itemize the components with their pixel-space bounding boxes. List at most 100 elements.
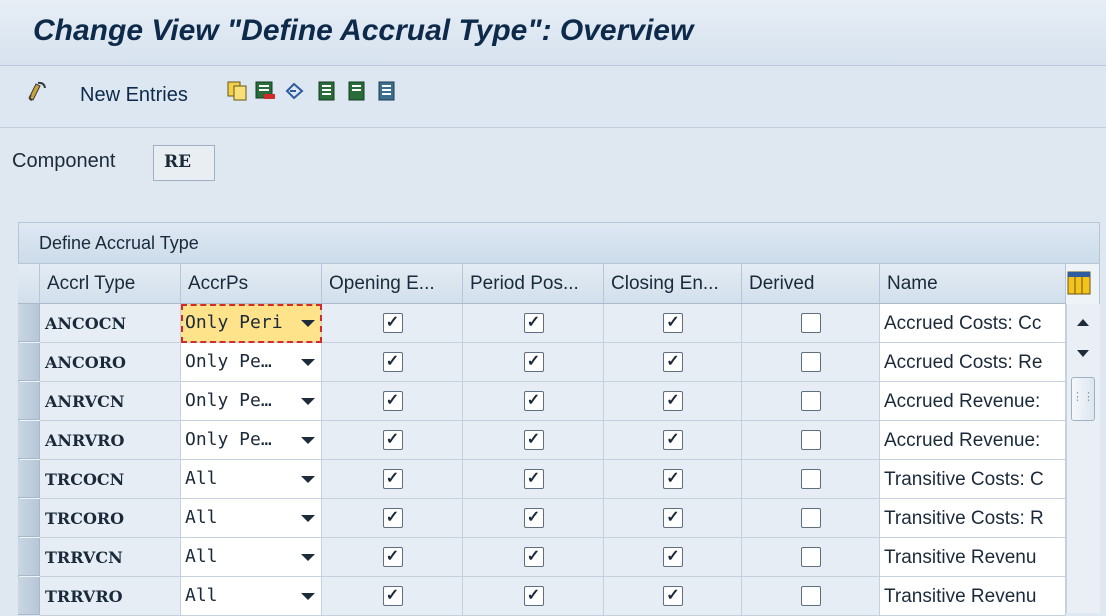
opening-entry-cell[interactable]: ✓ [322,421,463,460]
opening-entry-cell[interactable]: ✓ [322,499,463,538]
opening-entry-cell[interactable]: ✓ [322,460,463,499]
opening-entry-cell[interactable]: ✓ [322,382,463,421]
derived-cell[interactable] [742,538,880,577]
undo-change-icon[interactable] [284,80,306,102]
dropdown-arrow-icon[interactable] [301,554,315,561]
name-cell[interactable]: Transitive Costs: C [880,460,1066,499]
row-selector-button[interactable] [18,304,40,342]
dropdown-arrow-icon[interactable] [301,593,315,600]
dropdown-arrow-icon[interactable] [301,398,315,405]
period-posting-cell[interactable]: ✓ [463,460,604,499]
period-posting-checkbox[interactable]: ✓ [523,430,544,450]
table-settings-icon[interactable] [1066,270,1092,296]
period-posting-cell[interactable]: ✓ [463,577,604,616]
closing-entry-cell[interactable]: ✓ [604,460,742,499]
period-posting-checkbox[interactable]: ✓ [523,547,544,567]
dropdown-arrow-icon[interactable] [301,515,315,522]
period-posting-cell[interactable]: ✓ [463,421,604,460]
column-header-period-posting[interactable]: Period Pos... [463,264,604,304]
column-header-closing-entry[interactable]: Closing En... [604,264,742,304]
component-field[interactable]: RE [153,145,215,181]
row-selector-button[interactable] [18,499,40,537]
derived-checkbox[interactable] [801,547,821,567]
closing-entry-cell[interactable]: ✓ [604,538,742,577]
row-selector-button[interactable] [18,421,40,459]
period-posting-cell[interactable]: ✓ [463,343,604,382]
derived-checkbox[interactable] [801,469,821,489]
derived-checkbox[interactable] [801,313,821,333]
column-header-opening-entry[interactable]: Opening E... [322,264,463,304]
name-cell[interactable]: Transitive Revenu [880,577,1066,616]
closing-entry-checkbox[interactable]: ✓ [663,352,683,372]
closing-entry-checkbox[interactable]: ✓ [663,313,683,333]
select-all-rows-button[interactable] [18,264,40,304]
select-block-icon[interactable] [346,80,368,102]
change-display-icon[interactable] [26,80,48,102]
closing-entry-checkbox[interactable]: ✓ [663,547,683,567]
opening-entry-checkbox[interactable]: ✓ [382,586,403,606]
name-cell[interactable]: Transitive Revenu [880,538,1066,577]
accrps-dropdown[interactable]: All [181,460,322,499]
derived-checkbox[interactable] [801,352,821,372]
delete-icon[interactable] [254,80,276,102]
name-cell[interactable]: Transitive Costs: R [880,499,1066,538]
closing-entry-checkbox[interactable]: ✓ [663,430,683,450]
derived-checkbox[interactable] [801,430,821,450]
opening-entry-checkbox[interactable]: ✓ [382,352,403,372]
row-selector-button[interactable] [18,538,40,576]
dropdown-arrow-icon[interactable] [301,359,315,366]
name-cell[interactable]: Accrued Costs: Re [880,343,1066,382]
row-selector-button[interactable] [18,460,40,498]
accrps-dropdown[interactable]: Only Pe… [181,343,322,382]
accrps-dropdown[interactable]: All [181,538,322,577]
scroll-down-icon[interactable] [1073,345,1093,361]
opening-entry-cell[interactable]: ✓ [322,538,463,577]
name-cell[interactable]: Accrued Revenue: [880,382,1066,421]
period-posting-cell[interactable]: ✓ [463,304,604,343]
period-posting-cell[interactable]: ✓ [463,382,604,421]
closing-entry-cell[interactable]: ✓ [604,421,742,460]
copy-icon[interactable] [226,80,248,102]
period-posting-checkbox[interactable]: ✓ [523,586,544,606]
derived-cell[interactable] [742,421,880,460]
row-selector-button[interactable] [18,577,40,615]
derived-checkbox[interactable] [801,508,821,528]
dropdown-arrow-icon[interactable] [301,320,315,327]
period-posting-checkbox[interactable]: ✓ [523,313,544,333]
accrps-dropdown[interactable]: All [181,499,322,538]
closing-entry-checkbox[interactable]: ✓ [663,586,683,606]
name-cell[interactable]: Accrued Costs: Cc [880,304,1066,343]
accrps-dropdown[interactable]: Only Pe… [181,382,322,421]
row-selector-button[interactable] [18,343,40,381]
opening-entry-cell[interactable]: ✓ [322,304,463,343]
closing-entry-cell[interactable]: ✓ [604,577,742,616]
select-all-icon[interactable] [316,80,338,102]
accrps-dropdown[interactable]: All [181,577,322,616]
column-header-derived[interactable]: Derived [742,264,880,304]
derived-cell[interactable] [742,499,880,538]
derived-cell[interactable] [742,382,880,421]
opening-entry-checkbox[interactable]: ✓ [382,508,403,528]
period-posting-checkbox[interactable]: ✓ [523,469,544,489]
name-cell[interactable]: Accrued Revenue: [880,421,1066,460]
opening-entry-checkbox[interactable]: ✓ [382,391,403,411]
column-header-accrps[interactable]: AccrPs [181,264,322,304]
column-header-name[interactable]: Name [880,264,1066,304]
derived-cell[interactable] [742,460,880,499]
derived-cell[interactable] [742,343,880,382]
period-posting-cell[interactable]: ✓ [463,499,604,538]
opening-entry-checkbox[interactable]: ✓ [382,430,403,450]
derived-checkbox[interactable] [801,391,821,411]
opening-entry-checkbox[interactable]: ✓ [382,313,403,333]
derived-cell[interactable] [742,577,880,616]
dropdown-arrow-icon[interactable] [301,476,315,483]
accrps-dropdown[interactable]: Only Pe… [181,421,322,460]
closing-entry-cell[interactable]: ✓ [604,499,742,538]
period-posting-checkbox[interactable]: ✓ [523,352,544,372]
row-selector-button[interactable] [18,382,40,420]
accrps-dropdown[interactable]: Only Peri [181,304,322,343]
closing-entry-cell[interactable]: ✓ [604,304,742,343]
deselect-all-icon[interactable] [376,80,398,102]
closing-entry-checkbox[interactable]: ✓ [663,391,683,411]
scroll-up-icon[interactable] [1073,314,1093,330]
